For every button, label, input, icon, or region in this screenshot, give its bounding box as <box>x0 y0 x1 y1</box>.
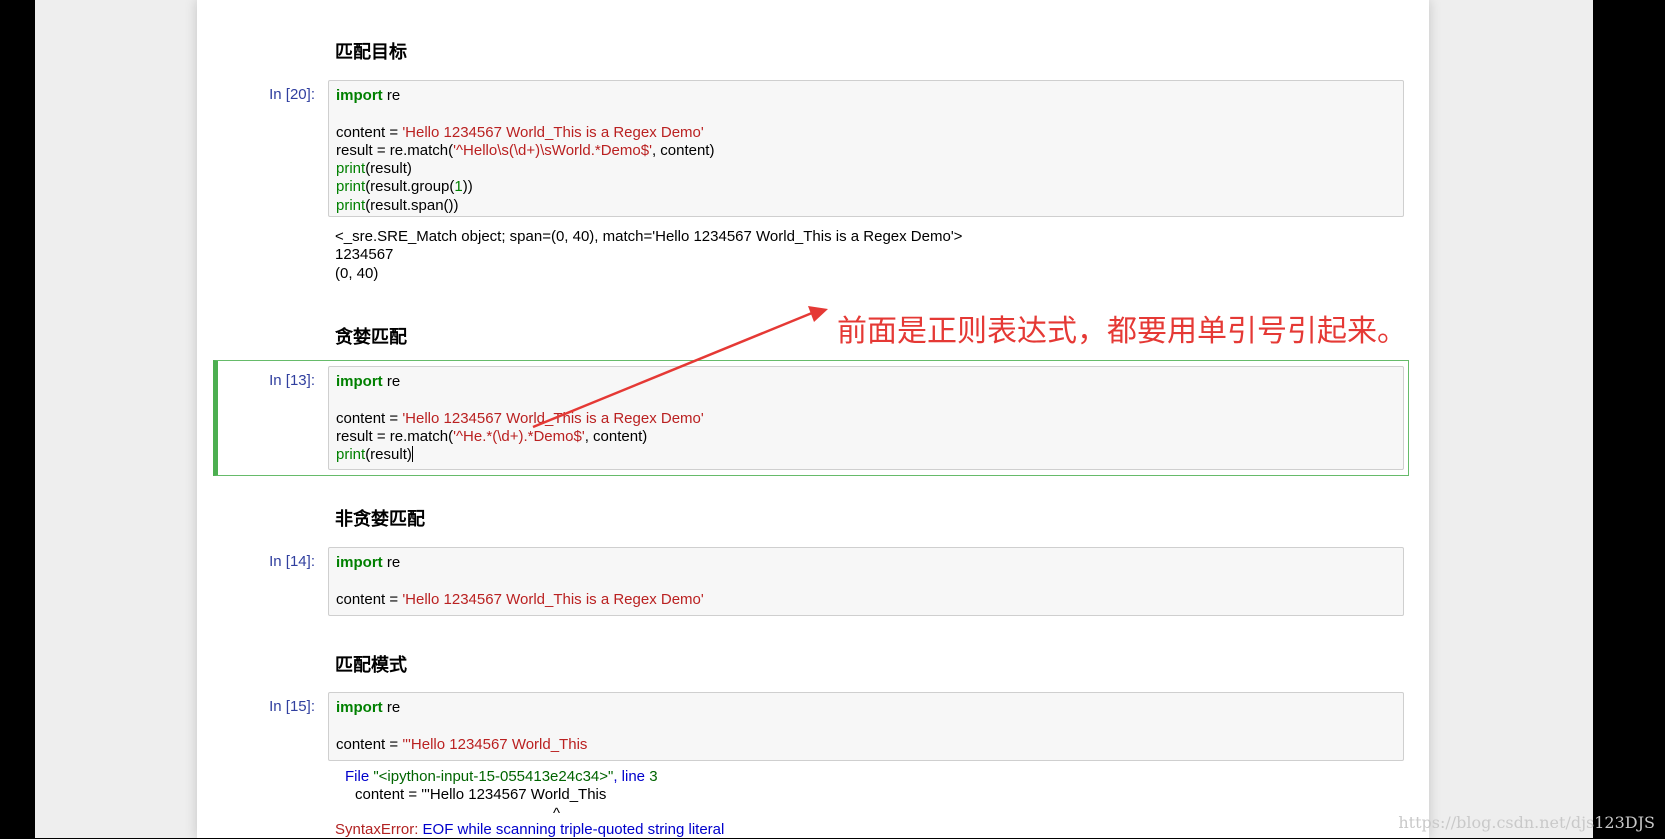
code-builtin: print <box>336 196 366 214</box>
code-token: re <box>382 554 401 571</box>
code-builtin: print <box>336 178 366 196</box>
output-line: (0, 40) <box>335 264 379 282</box>
code-cell-input[interactable]: import re content = 'Hello 1234567 World_… <box>328 80 1404 217</box>
traceback-line-num: 3 <box>649 768 658 785</box>
code-token: (result.group( <box>365 178 455 196</box>
code-token: content = <box>336 735 403 753</box>
notebook-container: 匹配目标 In [20]: import re content = 'Hello … <box>197 0 1429 838</box>
heading-greedy: 贪婪匹配 <box>335 327 407 348</box>
code-string: '^Hello\s(\d+)\sWorld.*Demo$' <box>453 141 652 159</box>
code-string: 'Hello 1234567 World_This is a Regex Dem… <box>402 123 704 141</box>
input-prompt: In [13]: <box>269 372 315 389</box>
code-token: import <box>336 554 383 571</box>
code-token: result = re.match( <box>336 141 454 159</box>
code-token: (result) <box>365 446 412 464</box>
code-token: , content) <box>584 427 648 445</box>
code-token: content = <box>336 123 403 141</box>
traceback-line-label: , line <box>613 768 650 785</box>
code-cell-input[interactable]: import re content = 'Hello 1234567 World_… <box>328 547 1404 616</box>
error-message: EOF while scanning triple-quoted string … <box>418 821 725 838</box>
code-token: (result.span()) <box>365 196 459 214</box>
traceback-file-name: "<ipython-input-15-055413e24c34>" <box>373 768 614 785</box>
traceback-output: File "<ipython-input-15-055413e24c34>", … <box>345 768 658 823</box>
code-token: , content) <box>651 141 715 159</box>
code-string: '^He.*(\d+).*Demo$' <box>453 427 585 445</box>
output-line: <_sre.SRE_Match object; span=(0, 40), ma… <box>335 228 963 245</box>
code-token: content = <box>336 590 403 608</box>
heading-non-greedy: 非贪婪匹配 <box>335 509 425 530</box>
code-cell-input[interactable]: import re content = '''Hello 1234567 Worl… <box>328 692 1404 761</box>
output-line: 1234567 <box>335 246 394 264</box>
error-line: SyntaxError: EOF while scanning triple-q… <box>335 821 724 839</box>
code-token: re <box>382 373 401 390</box>
annotation-text: 前面是正则表达式，都要用单引号引起来。 <box>837 314 1407 349</box>
code-token: content = <box>336 409 403 427</box>
code-token: import <box>336 87 383 104</box>
input-prompt: In [15]: <box>269 698 315 715</box>
error-name: SyntaxError: <box>335 821 419 838</box>
input-prompt: In [20]: <box>269 86 315 103</box>
traceback-file-label: File <box>345 768 374 785</box>
cell-output: <_sre.SRE_Match object; span=(0, 40), ma… <box>335 228 962 283</box>
code-token: re <box>382 699 401 716</box>
heading-match-target: 匹配目标 <box>335 42 407 63</box>
code-token: import <box>336 373 383 390</box>
code-string: 'Hello 1234567 World_This is a Regex Dem… <box>402 590 704 608</box>
code-cell-input[interactable]: import re content = 'Hello 1234567 World_… <box>328 366 1404 470</box>
code-string: '''Hello 1234567 World_This <box>402 735 588 753</box>
code-string: 'Hello 1234567 World_This is a Regex Dem… <box>402 409 704 427</box>
code-token: result = re.match( <box>336 427 454 445</box>
text-cursor <box>411 446 413 463</box>
input-prompt: In [14]: <box>269 553 315 570</box>
watermark: https://blog.csdn.net/djs123DJS <box>1398 813 1655 832</box>
code-token: )) <box>462 178 473 196</box>
code-token: re <box>382 87 401 104</box>
heading-match-mode: 匹配模式 <box>335 655 407 676</box>
traceback-code-line: content = '''Hello 1234567 World_This <box>355 786 607 804</box>
code-token: (result) <box>365 160 412 178</box>
code-builtin: print <box>336 446 366 464</box>
code-number: 1 <box>454 178 463 196</box>
code-token: import <box>336 699 383 716</box>
code-builtin: print <box>336 160 366 178</box>
